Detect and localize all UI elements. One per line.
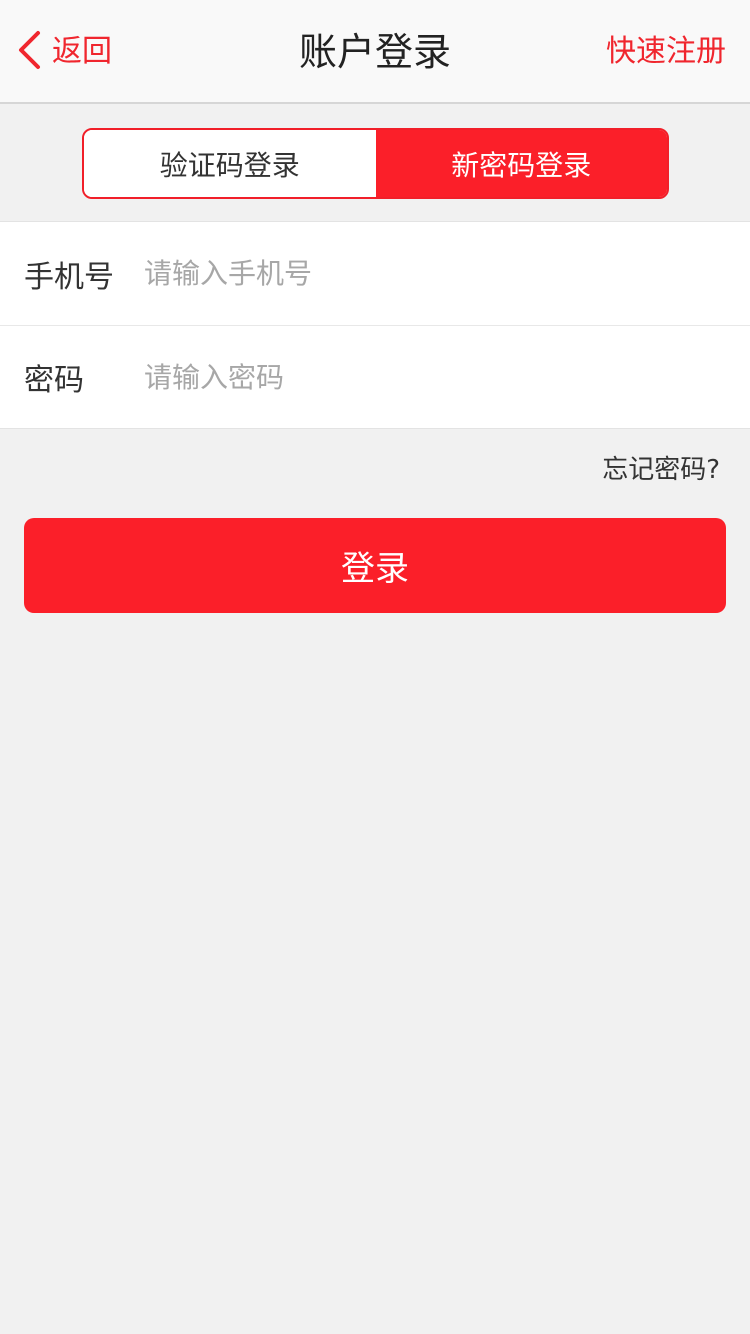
- password-input[interactable]: [144, 360, 750, 394]
- tab-sms-code-login[interactable]: 验证码登录: [84, 130, 376, 197]
- phone-label: 手机号: [24, 259, 114, 295]
- password-label: 密码: [24, 363, 84, 398]
- nav-bar: 返回 账户登录 快速注册: [0, 0, 750, 104]
- tab-password-login[interactable]: 新密码登录: [375, 130, 667, 197]
- login-button[interactable]: 登录: [24, 518, 726, 613]
- forgot-password-link[interactable]: 忘记密码?: [602, 448, 720, 492]
- phone-row: 手机号: [0, 222, 750, 325]
- login-form: 手机号 密码: [0, 221, 750, 429]
- password-row: 密码: [0, 325, 750, 428]
- phone-input[interactable]: [144, 257, 750, 290]
- login-mode-switch: 验证码登录 新密码登录: [82, 128, 669, 199]
- quick-register-link[interactable]: 快速注册: [606, 28, 726, 76]
